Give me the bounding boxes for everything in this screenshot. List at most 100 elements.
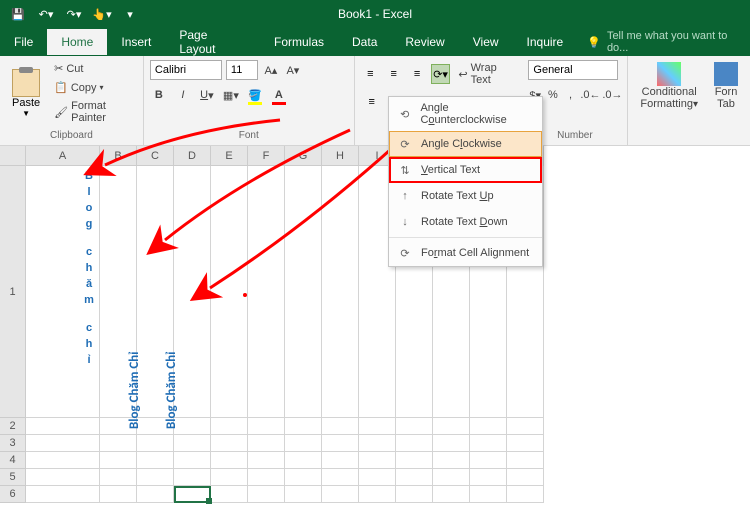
format-table-label-1: Forn	[715, 86, 738, 98]
brush-icon: 🖌	[54, 106, 68, 119]
tab-view[interactable]: View	[459, 29, 513, 55]
number-format-select[interactable]	[528, 60, 618, 80]
angle-counterclockwise-item[interactable]: ⟲ Angle Counterclockwise	[389, 97, 542, 131]
vertical-text-icon: ⇅	[397, 162, 413, 178]
tab-review[interactable]: Review	[391, 29, 458, 55]
column-header[interactable]: B	[100, 146, 137, 166]
orientation-button[interactable]: ⟳▾	[431, 64, 451, 84]
tab-file[interactable]: File	[0, 29, 47, 55]
column-header[interactable]: F	[248, 146, 285, 166]
ribbon: Paste ▼ ✂Cut 📋Copy▾ 🖌Format Painter Clip…	[0, 56, 750, 146]
paste-label: Paste	[12, 97, 40, 109]
font-color-button[interactable]: A	[270, 86, 288, 104]
font-group-label: Font	[150, 130, 348, 143]
touch-mode-icon[interactable]: 👆▾	[92, 4, 112, 24]
rotate-text-up-item[interactable]: ↑ Rotate Text Up	[389, 183, 542, 209]
column-header[interactable]: C	[137, 146, 174, 166]
align-top-icon[interactable]: ≡	[361, 64, 380, 84]
column-header[interactable]: H	[322, 146, 359, 166]
angle-ccw-label: Angle Counterclockwise	[420, 102, 534, 126]
angle-clockwise-item[interactable]: ⟳ Angle Clockwise	[389, 131, 542, 157]
conditional-formatting-icon	[657, 62, 681, 86]
wrap-text-button[interactable]: ↩Wrap Text	[454, 60, 516, 88]
row-header[interactable]: 2	[0, 418, 26, 435]
align-middle-icon[interactable]: ≡	[384, 64, 403, 84]
qat-customize-icon[interactable]: ▾	[120, 4, 140, 24]
tell-me-label: Tell me what you want to do...	[607, 30, 750, 54]
vertical-text-item[interactable]: ⇅ Vertical Text	[389, 157, 542, 183]
tab-home[interactable]: Home	[47, 29, 107, 55]
tab-insert[interactable]: Insert	[107, 29, 165, 55]
cell-c1-text: Blog Chăm Chỉ	[127, 352, 142, 429]
row-header[interactable]: 4	[0, 452, 26, 469]
chevron-down-icon: ▾	[100, 83, 104, 92]
ribbon-tabs: File Home Insert Page Layout Formulas Da…	[0, 28, 750, 56]
font-name-select[interactable]	[150, 60, 222, 80]
comma-icon[interactable]: ,	[564, 86, 578, 104]
cell-d1-text: Blog Chăm Chỉ	[164, 352, 179, 429]
ribbon-group-font: A▴ A▾ B I U▾ ▦▾ 🪣 A Font	[144, 56, 355, 145]
cut-label: Cut	[66, 63, 83, 75]
rotate-down-icon: ↓	[397, 214, 413, 230]
row-header[interactable]: 1	[0, 166, 26, 418]
tab-formulas[interactable]: Formulas	[260, 29, 338, 55]
bold-button[interactable]: B	[150, 86, 168, 104]
row-header[interactable]: 5	[0, 469, 26, 486]
column-header[interactable]: G	[285, 146, 322, 166]
tab-data[interactable]: Data	[338, 29, 391, 55]
scissors-icon: ✂	[54, 62, 63, 75]
save-icon[interactable]: 💾	[8, 4, 28, 24]
chevron-down-icon: ▼	[22, 109, 30, 118]
row-headers: 123456	[0, 166, 26, 524]
align-bottom-icon[interactable]: ≡	[407, 64, 426, 84]
format-cell-alignment-item[interactable]: ⟳ Format Cell Alignment	[389, 240, 542, 266]
format-table-label-2: Tab	[717, 98, 735, 110]
format-painter-label: Format Painter	[71, 100, 133, 124]
worksheet-grid[interactable]: ABCDEFGHIJKLM 123456 Blogchămchỉ Blog Ch…	[0, 146, 750, 524]
table-icon	[714, 62, 738, 86]
column-header[interactable]: E	[211, 146, 248, 166]
ribbon-group-clipboard: Paste ▼ ✂Cut 📋Copy▾ 🖌Format Painter Clip…	[0, 56, 144, 145]
undo-icon[interactable]: ↶▾	[36, 4, 56, 24]
tell-me-search[interactable]: 💡 Tell me what you want to do...	[587, 30, 750, 54]
column-header[interactable]: D	[174, 146, 211, 166]
active-cell[interactable]	[174, 486, 211, 503]
increase-font-icon[interactable]: A▴	[262, 61, 280, 79]
column-headers: ABCDEFGHIJKLM	[0, 146, 750, 166]
select-all-corner[interactable]	[0, 146, 26, 166]
orientation-dropdown: ⟲ Angle Counterclockwise ⟳ Angle Clockwi…	[388, 96, 543, 267]
decrease-font-icon[interactable]: A▾	[284, 61, 302, 79]
copy-button[interactable]: 📋Copy▾	[50, 79, 137, 96]
cut-button[interactable]: ✂Cut	[50, 60, 137, 77]
conditional-formatting-button[interactable]: Conditional Formatting▾	[634, 60, 704, 112]
redo-icon[interactable]: ↷▾	[64, 4, 84, 24]
wrap-icon: ↩	[458, 68, 467, 81]
fill-color-button[interactable]: 🪣	[246, 86, 264, 104]
column-header[interactable]: A	[26, 146, 100, 166]
rotate-down-label: Rotate Text Down	[421, 216, 508, 228]
underline-button[interactable]: U▾	[198, 86, 216, 104]
app-title: Book1 - Excel	[338, 7, 412, 21]
conditional-label: Conditional	[642, 86, 697, 98]
align-left-icon[interactable]: ≡	[361, 92, 383, 112]
row-header[interactable]: 3	[0, 435, 26, 452]
percent-icon[interactable]: %	[546, 86, 560, 104]
border-button[interactable]: ▦▾	[222, 86, 240, 104]
paste-button[interactable]: Paste ▼	[6, 67, 46, 120]
angle-ccw-icon: ⟲	[397, 106, 412, 122]
ribbon-group-styles: Conditional Formatting▾ Forn Tab	[628, 56, 750, 145]
format-as-table-button[interactable]: Forn Tab	[708, 60, 744, 112]
decrease-decimal-icon[interactable]: .0→	[603, 86, 621, 104]
rotate-text-down-item[interactable]: ↓ Rotate Text Down	[389, 209, 542, 235]
menu-separator	[389, 237, 542, 238]
vertical-text-label: Vertical Text	[421, 164, 480, 176]
font-size-select[interactable]	[226, 60, 258, 80]
format-cells-label: Format Cell Alignment	[421, 247, 529, 259]
italic-button[interactable]: I	[174, 86, 192, 104]
increase-decimal-icon[interactable]: .0←	[581, 86, 599, 104]
row-header[interactable]: 6	[0, 486, 26, 503]
tab-inquire[interactable]: Inquire	[513, 29, 578, 55]
rotate-up-icon: ↑	[397, 188, 413, 204]
format-painter-button[interactable]: 🖌Format Painter	[50, 98, 137, 126]
formatting-label: Formatting	[640, 98, 693, 110]
